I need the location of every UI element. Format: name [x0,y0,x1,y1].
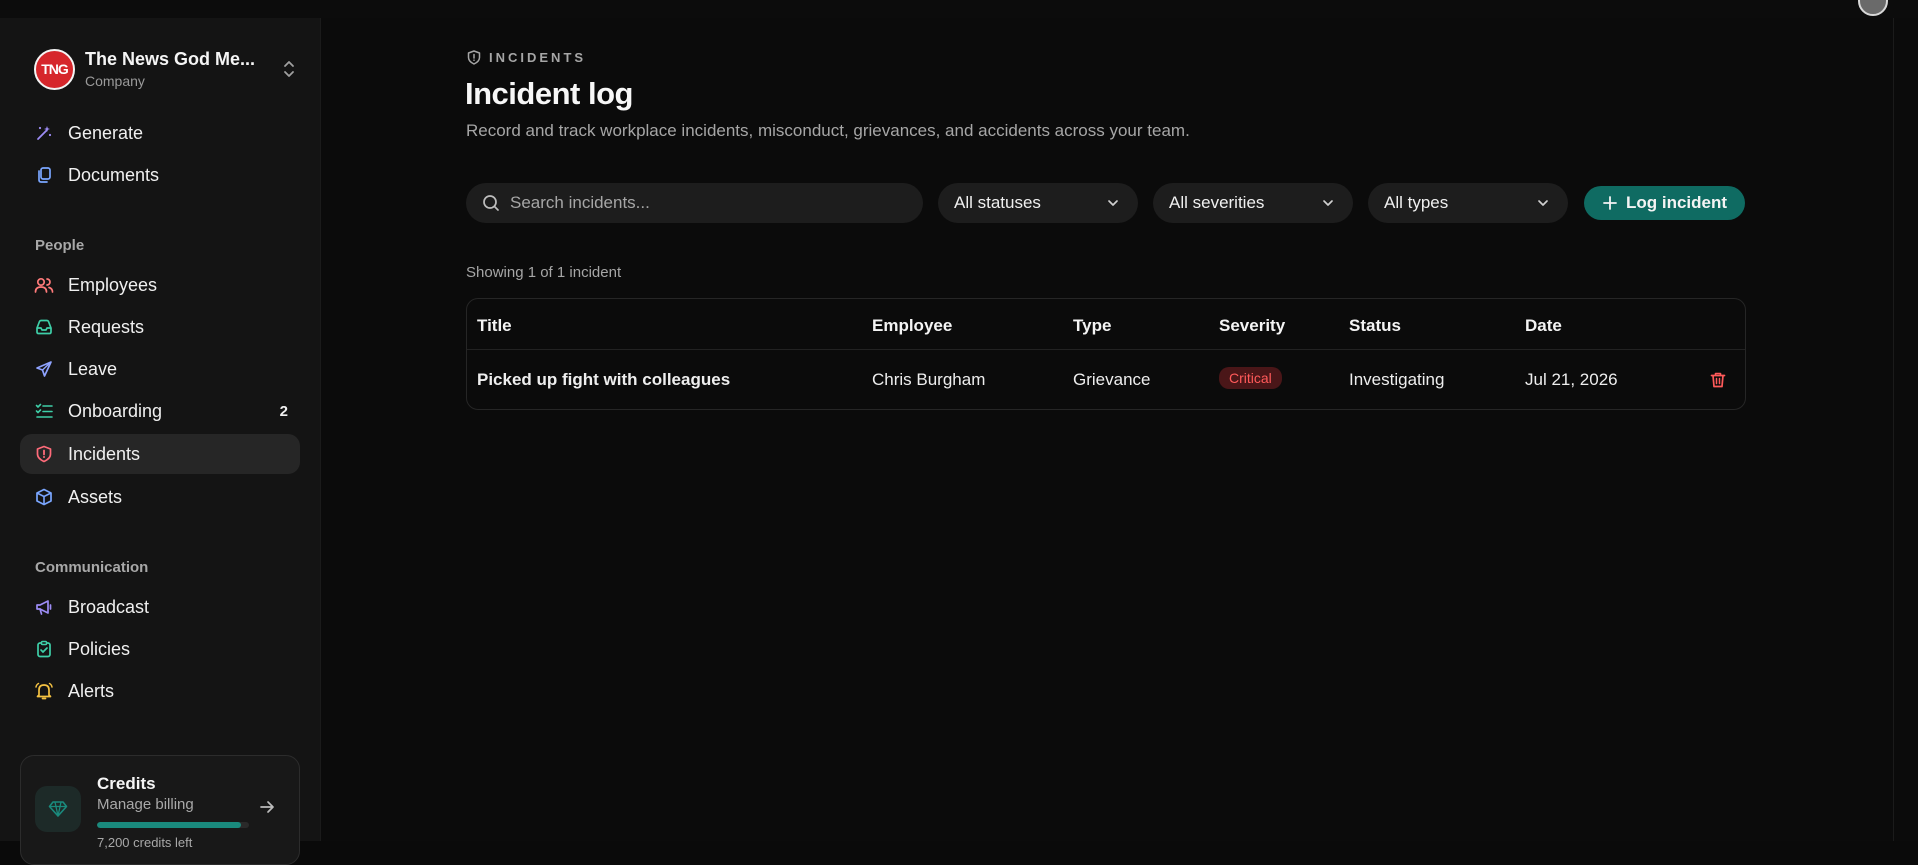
shield-alert-icon [34,444,54,464]
manage-billing-link[interactable]: Manage billing [97,796,194,813]
nav-label: Leave [68,358,118,379]
nav-item-onboarding[interactable]: Onboarding 2 [20,391,300,431]
incident-status: Investigating [1349,370,1445,389]
nav-item-alerts[interactable]: Alerts [20,671,300,711]
severity-filter-select[interactable]: All severities [1153,183,1353,223]
log-incident-button[interactable]: Log incident [1584,186,1745,220]
nav-label: Documents [68,164,160,185]
status-filter-value: All statuses [954,193,1041,212]
users-icon [34,275,54,295]
chevrons-up-down-icon[interactable] [282,59,296,79]
nav-item-incidents[interactable]: Incidents [20,434,300,474]
incident-employee: Chris Burgham [872,370,986,389]
nav-item-employees[interactable]: Employees [20,265,300,305]
credits-remaining: 7,200 credits left [97,835,193,850]
type-filter-select[interactable]: All types [1368,183,1568,223]
credits-card[interactable]: Credits Manage billing 7,200 credits lef… [20,755,300,865]
top-bar [0,0,1918,18]
page-title: Incident log [465,76,633,111]
sidebar: TNG The News God Me... Company Generate … [0,18,320,865]
wand-icon [34,123,54,143]
search-input[interactable] [510,193,910,213]
column-header-type[interactable]: Type [1073,316,1111,336]
nav-item-generate[interactable]: Generate [20,113,300,153]
nav-label: Broadcast [68,596,150,617]
results-count: Showing 1 of 1 incident [466,264,622,281]
clipboard-check-icon [34,639,54,659]
column-header-title[interactable]: Title [477,316,512,336]
column-header-severity[interactable]: Severity [1219,316,1285,336]
checklist-icon [34,401,54,421]
chevron-down-icon [1321,196,1335,210]
incident-date: Jul 21, 2026 [1525,370,1618,389]
arrow-right-icon[interactable] [259,799,275,820]
nav-label: Incidents [68,443,141,464]
type-filter-value: All types [1384,193,1449,212]
severity-filter-value: All severities [1169,193,1265,212]
search-icon [482,194,500,212]
inbox-icon [34,317,54,337]
page-description: Record and track workplace incidents, mi… [466,121,1190,140]
plus-icon [1602,195,1618,211]
table-header: Title Employee Type Severity Status Date [467,299,1745,350]
chevron-down-icon [1106,196,1120,210]
nav-item-requests[interactable]: Requests [20,307,300,347]
nav-label: Assets [68,486,123,507]
status-filter-select[interactable]: All statuses [938,183,1138,223]
gem-icon [35,786,81,832]
main-content [320,18,1893,841]
incident-type: Grievance [1073,370,1151,389]
log-incident-label: Log incident [1625,193,1728,212]
org-subtitle: Company [85,73,145,89]
chevron-down-icon [1536,196,1550,210]
trash-icon [1710,372,1726,388]
nav-item-leave[interactable]: Leave [20,349,300,389]
column-header-employee[interactable]: Employee [872,316,952,336]
org-switcher[interactable]: TNG The News God Me... Company [34,48,296,90]
org-logo: TNG [34,48,75,90]
section-label-people: People [35,237,85,254]
search-box[interactable] [466,183,923,223]
severity-badge: Critical [1219,367,1282,389]
delete-incident-button[interactable] [1705,367,1731,393]
section-label-communication: Communication [35,559,149,576]
credits-title: Credits [97,774,156,793]
nav-label: Employees [68,274,158,295]
page-eyebrow: INCIDENTS [467,50,586,65]
column-header-date[interactable]: Date [1525,316,1562,336]
nav-item-assets[interactable]: Assets [20,477,300,517]
scrollbar-track[interactable] [1893,18,1918,841]
table-row[interactable]: Picked up fight with colleagues Chris Bu… [467,350,1745,409]
nav-label: Policies [68,638,131,659]
nav-item-documents[interactable]: Documents [20,155,300,195]
documents-icon [34,165,54,185]
nav-label: Alerts [68,680,115,701]
org-name: The News God Me... [85,49,256,69]
onboarding-count-badge: 2 [279,402,288,420]
box-icon [34,487,54,507]
incidents-table: Title Employee Type Severity Status Date… [466,298,1746,410]
megaphone-icon [34,597,54,617]
nav-item-broadcast[interactable]: Broadcast [20,587,300,627]
column-header-status[interactable]: Status [1349,316,1401,336]
nav-label: Generate [68,122,144,143]
credits-progress-fill [97,822,242,828]
nav-label: Requests [68,316,145,337]
eyebrow-label: INCIDENTS [489,50,587,65]
plane-icon [34,359,54,379]
shield-icon [467,50,481,65]
incident-title[interactable]: Picked up fight with colleagues [477,370,730,390]
nav-item-policies[interactable]: Policies [20,629,300,669]
nav-label: Onboarding [68,400,163,421]
bell-icon [34,681,54,701]
credits-progress-bar [97,822,249,828]
